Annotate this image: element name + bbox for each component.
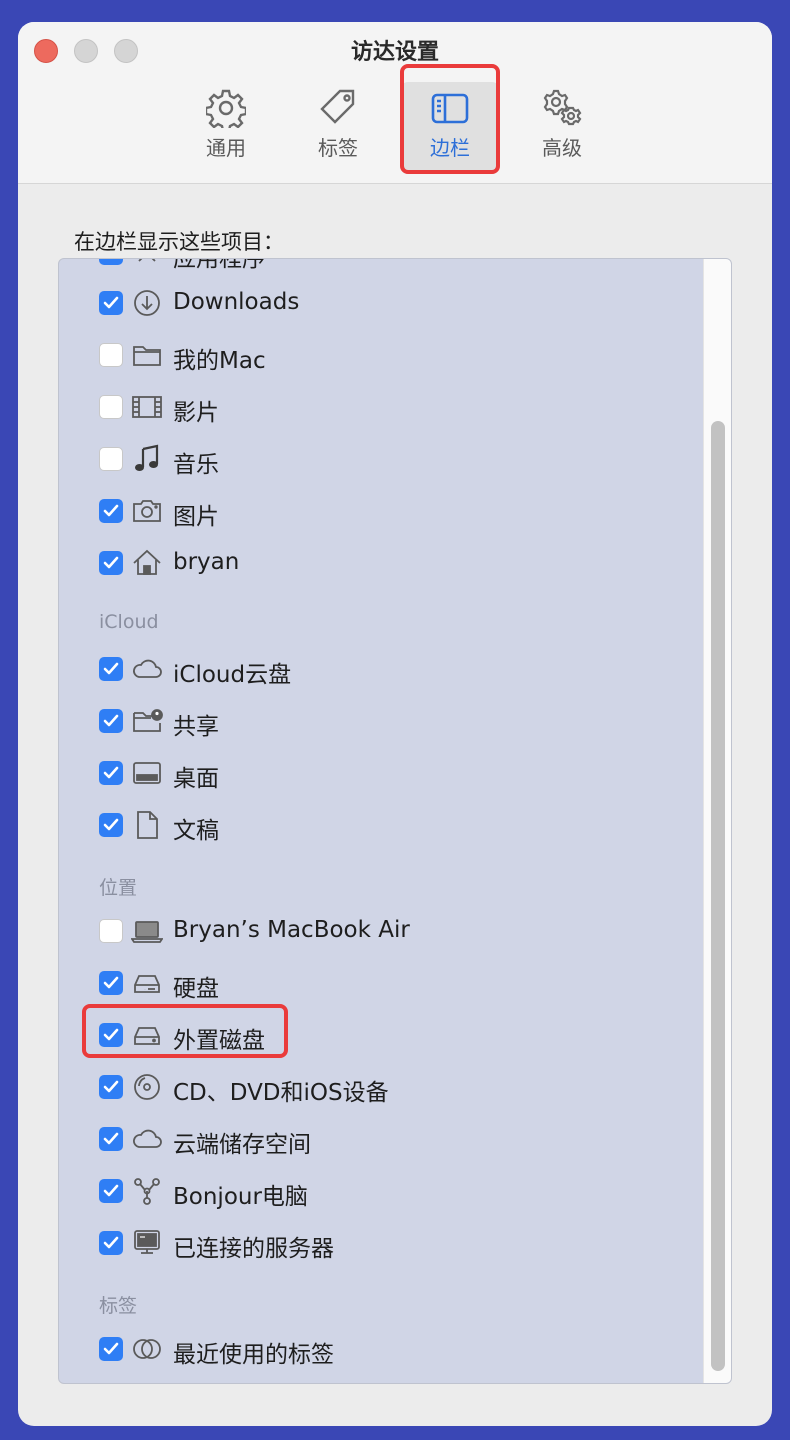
checkbox[interactable] (99, 1179, 123, 1203)
list-item-label: 外置磁盘 (173, 1028, 265, 1054)
list-item-label: 共享 (173, 714, 219, 740)
tab-sidebar[interactable]: 边栏 (400, 82, 500, 174)
film-icon (132, 396, 162, 418)
folder-icon (133, 346, 161, 366)
group-header-locations: 位置 (99, 877, 138, 899)
tab-general[interactable]: 通用 (176, 82, 276, 174)
sidebar-icon (431, 93, 469, 124)
checkbox[interactable] (99, 551, 123, 575)
list-item-my-mac[interactable]: 我的Mac (59, 335, 699, 375)
checkbox[interactable] (99, 657, 123, 681)
tab-general-label: 通用 (206, 136, 246, 160)
camera-icon (133, 500, 161, 522)
list-item-pictures[interactable]: 图片 (59, 491, 699, 531)
list-item-connected-servers[interactable]: 已连接的服务器 (59, 1223, 699, 1263)
checkbox[interactable] (99, 1075, 123, 1099)
list-item-bonjour[interactable]: Bonjour电脑 (59, 1171, 699, 1211)
gears-advanced-icon (543, 89, 582, 126)
tab-advanced[interactable]: 高级 (512, 82, 612, 174)
list-item-label: 图片 (173, 504, 219, 530)
finder-settings-window: 访达设置 通用 标签 边栏 高级 在边栏显示这些项目： 应用程序 Downloa… (18, 22, 772, 1426)
checkbox[interactable] (99, 761, 123, 785)
list-item-external-disk[interactable]: 外置磁盘 (59, 1015, 699, 1055)
list-item-shared[interactable]: 共享 (59, 701, 699, 741)
scrollbar-track[interactable] (703, 259, 731, 1383)
list-item-label: 我的Mac (173, 348, 266, 374)
list-item-label: 云端储存空间 (173, 1132, 311, 1158)
list-item-label: 音乐 (173, 452, 219, 478)
tags-circles-icon (133, 1339, 161, 1359)
list-item-label: 硬盘 (173, 976, 219, 1002)
list-item-cloud-storage[interactable]: 云端储存空间 (59, 1119, 699, 1159)
hard-disk-icon (134, 975, 160, 993)
home-icon (133, 549, 161, 575)
music-note-icon (135, 444, 159, 471)
group-header-tags: 标签 (99, 1295, 138, 1317)
checkbox[interactable] (99, 343, 123, 367)
list-item-recent-tags[interactable]: 最近使用的标签 (59, 1329, 699, 1369)
tab-advanced-label: 高级 (542, 136, 582, 160)
window-toolbar: 访达设置 通用 标签 边栏 高级 (18, 22, 772, 184)
applications-icon (138, 259, 156, 262)
laptop-icon (131, 921, 163, 943)
list-item-label: 文稿 (173, 818, 219, 844)
cloud-icon (133, 659, 162, 678)
list-item-label: 影片 (173, 400, 219, 426)
list-item-music[interactable]: 音乐 (59, 439, 699, 479)
checkbox[interactable] (99, 259, 123, 265)
sidebar-items-list[interactable]: 应用程序 Downloads 我的Mac 影片 音乐 图片 bryan iClo… (58, 258, 732, 1384)
list-item-label: 应用程序 (173, 258, 265, 272)
disc-icon (134, 1074, 160, 1100)
checkbox[interactable] (99, 709, 123, 733)
list-item-desktop[interactable]: 桌面 (59, 753, 699, 793)
tag-icon (320, 89, 355, 124)
tab-tags[interactable]: 标签 (288, 82, 388, 174)
checkbox[interactable] (99, 813, 123, 837)
checkbox[interactable] (99, 447, 123, 471)
list-item-label: Bonjour电脑 (173, 1184, 308, 1210)
list-item-hard-disk[interactable]: 硬盘 (59, 963, 699, 1003)
external-disk-icon (134, 1027, 160, 1045)
checkbox[interactable] (99, 1023, 123, 1047)
list-item-label: bryan (173, 549, 240, 575)
list-item-label: 最近使用的标签 (173, 1342, 334, 1368)
shared-folder-icon (133, 709, 163, 732)
group-header-icloud: iCloud (99, 611, 159, 633)
list-item-movies[interactable]: 影片 (59, 387, 699, 427)
list-item-label: 桌面 (173, 766, 219, 792)
list-item-home[interactable]: bryan (59, 543, 699, 583)
desktop-icon (133, 762, 161, 784)
list-item-downloads[interactable]: Downloads (59, 283, 699, 323)
server-icon (134, 1230, 160, 1254)
list-item-label: CD、DVD和iOS设备 (173, 1080, 389, 1106)
checkbox[interactable] (99, 1337, 123, 1361)
cloud-icon (133, 1129, 162, 1148)
section-heading: 在边栏显示这些项目： (74, 230, 284, 254)
list-item-documents[interactable]: 文稿 (59, 805, 699, 845)
tab-tags-label: 标签 (318, 136, 358, 160)
checkbox[interactable] (99, 1231, 123, 1255)
checkbox[interactable] (99, 395, 123, 419)
list-item-label: iCloud云盘 (173, 662, 292, 688)
checkbox[interactable] (99, 499, 123, 523)
list-item-icloud-drive[interactable]: iCloud云盘 (59, 649, 699, 689)
document-icon (137, 811, 158, 839)
download-icon (134, 290, 160, 316)
tab-sidebar-label: 边栏 (430, 136, 470, 160)
scrollbar-thumb[interactable] (711, 421, 725, 1371)
bonjour-icon (134, 1178, 160, 1205)
checkbox[interactable] (99, 291, 123, 315)
checkbox[interactable] (99, 1127, 123, 1151)
list-item-label: 已连接的服务器 (173, 1236, 334, 1262)
checkbox[interactable] (99, 919, 123, 943)
checkbox[interactable] (99, 971, 123, 995)
window-title: 访达设置 (350, 40, 439, 65)
list-item-applications-partial[interactable]: 应用程序 (59, 258, 699, 273)
list-item-label: Bryan’s MacBook Air (173, 917, 410, 943)
list-item-label: Downloads (173, 289, 300, 315)
list-item-macbook-air[interactable]: Bryan’s MacBook Air (59, 911, 699, 951)
list-item-cd-dvd-ios[interactable]: CD、DVD和iOS设备 (59, 1067, 699, 1107)
gear-icon (206, 89, 246, 128)
